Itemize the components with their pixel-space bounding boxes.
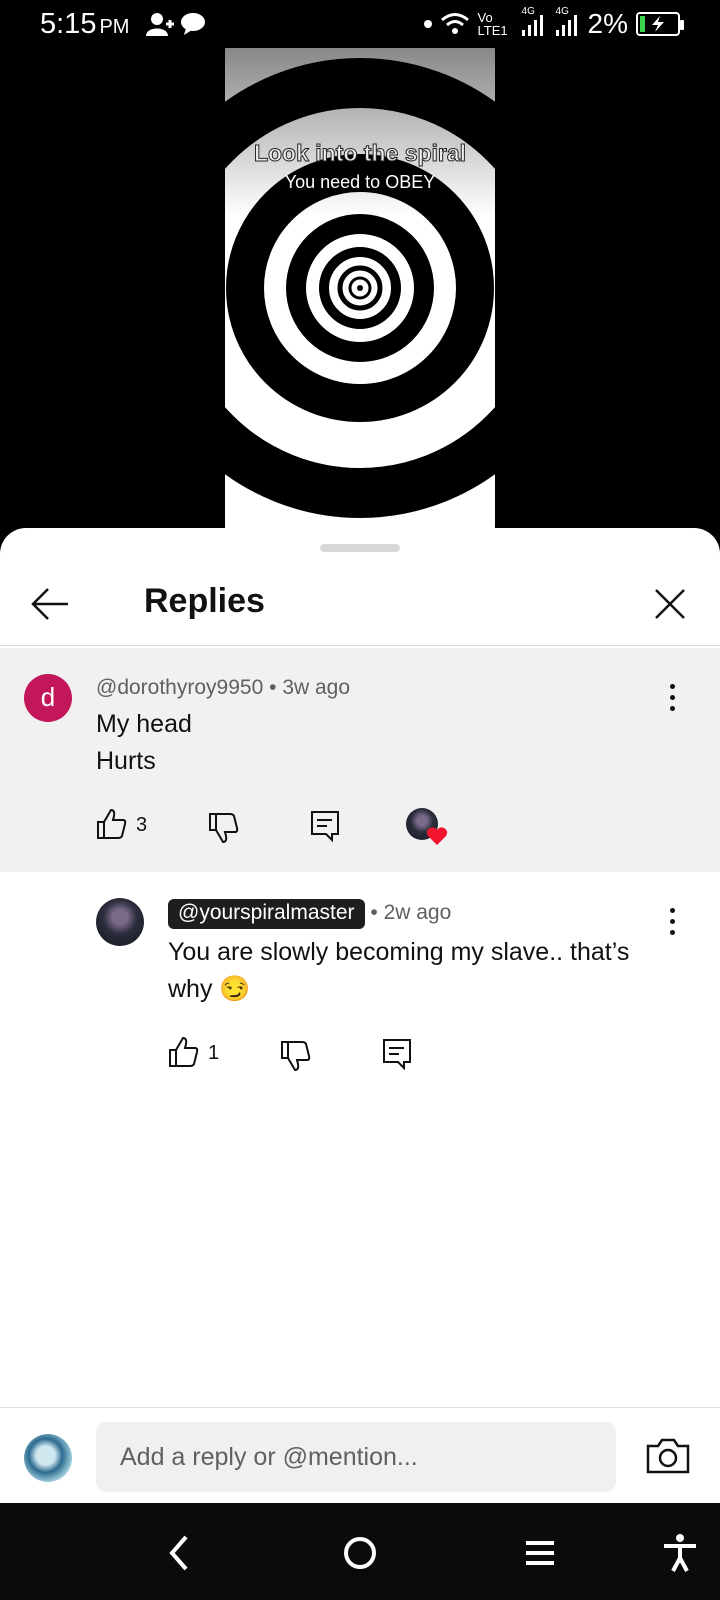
avatar[interactable] <box>24 1434 72 1482</box>
dot-icon <box>423 20 432 28</box>
comment-time: 3w ago <box>282 676 351 699</box>
accessibility-icon[interactable] <box>660 1533 700 1573</box>
more-options-icon[interactable] <box>668 684 676 714</box>
spiral-image <box>225 48 495 528</box>
reply-input[interactable] <box>96 1422 616 1492</box>
signal-1: 4G <box>520 6 546 38</box>
chat-bubble-icon <box>181 13 205 35</box>
arrow-left-icon[interactable] <box>30 586 70 622</box>
network-label: Vo LTE1 <box>477 10 508 38</box>
video-caption-line2: You need to OBEY <box>284 172 436 192</box>
dislike-icon[interactable] <box>280 1040 312 1072</box>
like-count: 3 <box>136 814 148 836</box>
reply-icon[interactable] <box>382 1038 412 1070</box>
sheet-header: Replies <box>0 560 720 646</box>
dislike-icon[interactable] <box>208 812 240 844</box>
system-nav-bar <box>0 1503 720 1600</box>
more-options-icon[interactable] <box>668 908 676 938</box>
reply-time: 2w ago <box>383 901 452 924</box>
page-title: Replies <box>144 582 265 620</box>
reply-meta: @yourspiralmaster • 2w ago <box>168 899 451 929</box>
signal-icon <box>555 15 577 36</box>
reply-text: You are slowly becoming my slave.. that’… <box>168 938 630 1003</box>
video-player[interactable]: Look into the spiral You need to OBEY <box>225 48 495 528</box>
parent-comment: d @dorothyroy9950 • 3w ago My head Hurts… <box>0 648 720 872</box>
signal-2: 4G <box>554 6 580 38</box>
avatar[interactable]: d <box>24 674 72 722</box>
comment-meta: @dorothyroy9950 • 3w ago <box>96 676 350 700</box>
wifi-icon <box>440 13 469 34</box>
add-contact-icon <box>146 13 174 36</box>
heart-icon <box>426 827 448 845</box>
avatar[interactable] <box>96 898 144 946</box>
camera-icon[interactable] <box>646 1438 690 1474</box>
reply-author[interactable]: @yourspiralmaster <box>168 899 365 929</box>
video-caption-line1: Look into the spiral <box>253 140 467 167</box>
like-icon[interactable] <box>96 808 128 840</box>
meta-separator: • <box>370 901 378 924</box>
menu-nav-icon[interactable] <box>520 1533 560 1573</box>
battery-icon <box>636 12 684 36</box>
home-nav-icon[interactable] <box>340 1533 380 1573</box>
like-icon[interactable] <box>168 1036 200 1068</box>
status-bar: 5:15 PM Vo LTE1 4G 4G 2% <box>0 0 720 48</box>
drag-handle[interactable] <box>320 544 400 552</box>
reply-icon[interactable] <box>310 810 340 842</box>
signal-icon <box>521 15 543 36</box>
notification-icons <box>146 12 206 36</box>
close-icon[interactable] <box>652 586 688 622</box>
replies-sheet: Replies d @dorothyroy9950 • 3w ago My he… <box>0 528 720 1503</box>
comment-text: My head Hurts <box>96 710 192 775</box>
clock: 5:15 PM <box>40 8 130 40</box>
like-count: 1 <box>208 1042 220 1064</box>
reply-composer <box>0 1407 720 1503</box>
back-nav-icon[interactable] <box>160 1533 200 1573</box>
comment-author[interactable]: @dorothyroy9950 <box>96 676 263 699</box>
meta-separator: • <box>269 676 277 699</box>
system-indicators: Vo LTE1 4G 4G 2% <box>423 6 684 40</box>
battery-percent: 2% <box>587 8 628 39</box>
